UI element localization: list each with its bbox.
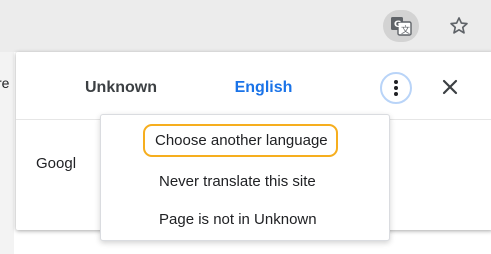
tab-target-language[interactable]: English bbox=[201, 77, 326, 120]
more-vert-icon bbox=[394, 80, 398, 96]
svg-text:文: 文 bbox=[401, 24, 410, 36]
menu-item-page-not-in-language[interactable]: Page is not in Unknown bbox=[159, 211, 317, 228]
options-menu: Choose another language Never translate … bbox=[100, 114, 390, 241]
background-page-text: re bbox=[0, 75, 10, 91]
tab-source-language-label: Unknown bbox=[85, 79, 157, 96]
tab-target-language-label: English bbox=[234, 79, 293, 96]
star-icon bbox=[450, 17, 468, 34]
translate-icon: G 文 bbox=[391, 17, 412, 36]
browser-toolbar: G 文 bbox=[0, 0, 491, 52]
tab-source-language[interactable]: Unknown bbox=[66, 77, 176, 119]
translate-page-button[interactable]: G 文 bbox=[383, 10, 419, 42]
bubble-body-text: Googl bbox=[36, 155, 77, 172]
close-icon bbox=[442, 79, 458, 95]
background-page: re bbox=[0, 52, 14, 254]
close-button[interactable] bbox=[439, 76, 461, 98]
menu-item-choose-another-language[interactable]: Choose another language bbox=[143, 124, 338, 157]
bookmark-star-button[interactable] bbox=[444, 11, 474, 41]
options-button[interactable] bbox=[380, 72, 412, 104]
menu-item-never-translate-site[interactable]: Never translate this site bbox=[159, 173, 316, 190]
